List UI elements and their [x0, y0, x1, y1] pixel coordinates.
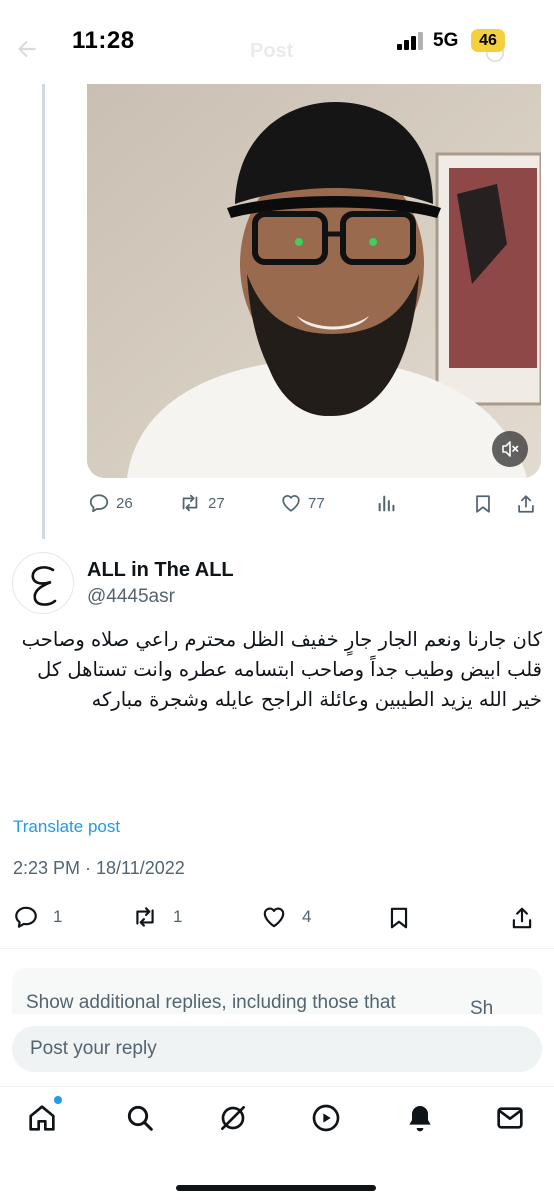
- like-button[interactable]: 4: [260, 904, 311, 930]
- status-bar: Post 11:28 5G 46: [0, 0, 554, 84]
- home-icon[interactable]: [26, 1102, 58, 1134]
- quoted-like-count: 77: [308, 494, 325, 512]
- messages-icon[interactable]: [494, 1102, 526, 1134]
- muted-speaker-icon: [502, 441, 519, 457]
- post-text: كان جارنا ونعم الجار جارٍ خفيف الظل محتر…: [21, 628, 542, 711]
- bottom-navigation: [0, 1086, 554, 1200]
- video-player[interactable]: [87, 84, 541, 478]
- share-button[interactable]: [509, 904, 535, 932]
- repost-count: 1: [173, 907, 183, 926]
- quoted-bookmark-button[interactable]: [472, 492, 494, 516]
- post-timestamp[interactable]: 2:23 PM · 18/11/2022: [13, 858, 185, 879]
- share-icon: [512, 907, 532, 929]
- reply-icon: [15, 906, 37, 928]
- quoted-repost-button[interactable]: 27: [178, 492, 225, 514]
- search-icon[interactable]: [124, 1102, 156, 1134]
- network-type: 5G: [433, 30, 459, 51]
- bookmark-icon: [390, 907, 408, 929]
- video-icon[interactable]: [310, 1102, 342, 1134]
- reply-button[interactable]: 1: [13, 904, 62, 930]
- status-time: 11:28: [72, 27, 135, 54]
- page-title: Post: [250, 40, 294, 62]
- share-icon: [518, 495, 534, 513]
- additional-replies-text: Show additional replies, including those…: [26, 992, 396, 1013]
- heart-icon: [282, 495, 300, 512]
- grok-icon[interactable]: [217, 1102, 249, 1134]
- user-handle[interactable]: @4445asr: [87, 586, 175, 608]
- quoted-views-button[interactable]: [376, 492, 398, 514]
- quoted-like-button[interactable]: 77: [280, 492, 325, 514]
- reply-count: 1: [53, 907, 63, 926]
- home-indicator: [176, 1185, 376, 1191]
- reply-input[interactable]: [12, 1026, 542, 1072]
- bookmark-icon: [476, 495, 490, 513]
- mute-button[interactable]: [492, 431, 528, 467]
- analytics-icon: [378, 495, 395, 512]
- quoted-reply-count: 26: [116, 494, 133, 512]
- quoted-share-button[interactable]: [515, 492, 537, 516]
- video-frame: [87, 84, 541, 478]
- display-name[interactable]: ALL in The ALL: [87, 559, 234, 582]
- signal-icon: [397, 32, 423, 50]
- reply-icon: [89, 494, 109, 513]
- divider: [0, 948, 554, 949]
- like-count: 4: [302, 907, 312, 926]
- battery-indicator: 46: [471, 29, 505, 52]
- back-arrow-icon[interactable]: [14, 36, 40, 62]
- repost-icon: [182, 494, 198, 512]
- translate-post-link[interactable]: Translate post: [13, 817, 120, 837]
- repost-button[interactable]: 1: [131, 904, 182, 930]
- heart-icon: [263, 907, 285, 928]
- avatar-logo: [31, 566, 57, 606]
- thread-line: [42, 84, 45, 539]
- repost-icon: [136, 907, 154, 927]
- avatar[interactable]: [12, 552, 74, 614]
- bookmark-button[interactable]: [386, 904, 412, 932]
- quoted-reply-button[interactable]: 26: [88, 492, 133, 514]
- quoted-repost-count: 27: [208, 494, 225, 512]
- notifications-icon[interactable]: [404, 1102, 436, 1134]
